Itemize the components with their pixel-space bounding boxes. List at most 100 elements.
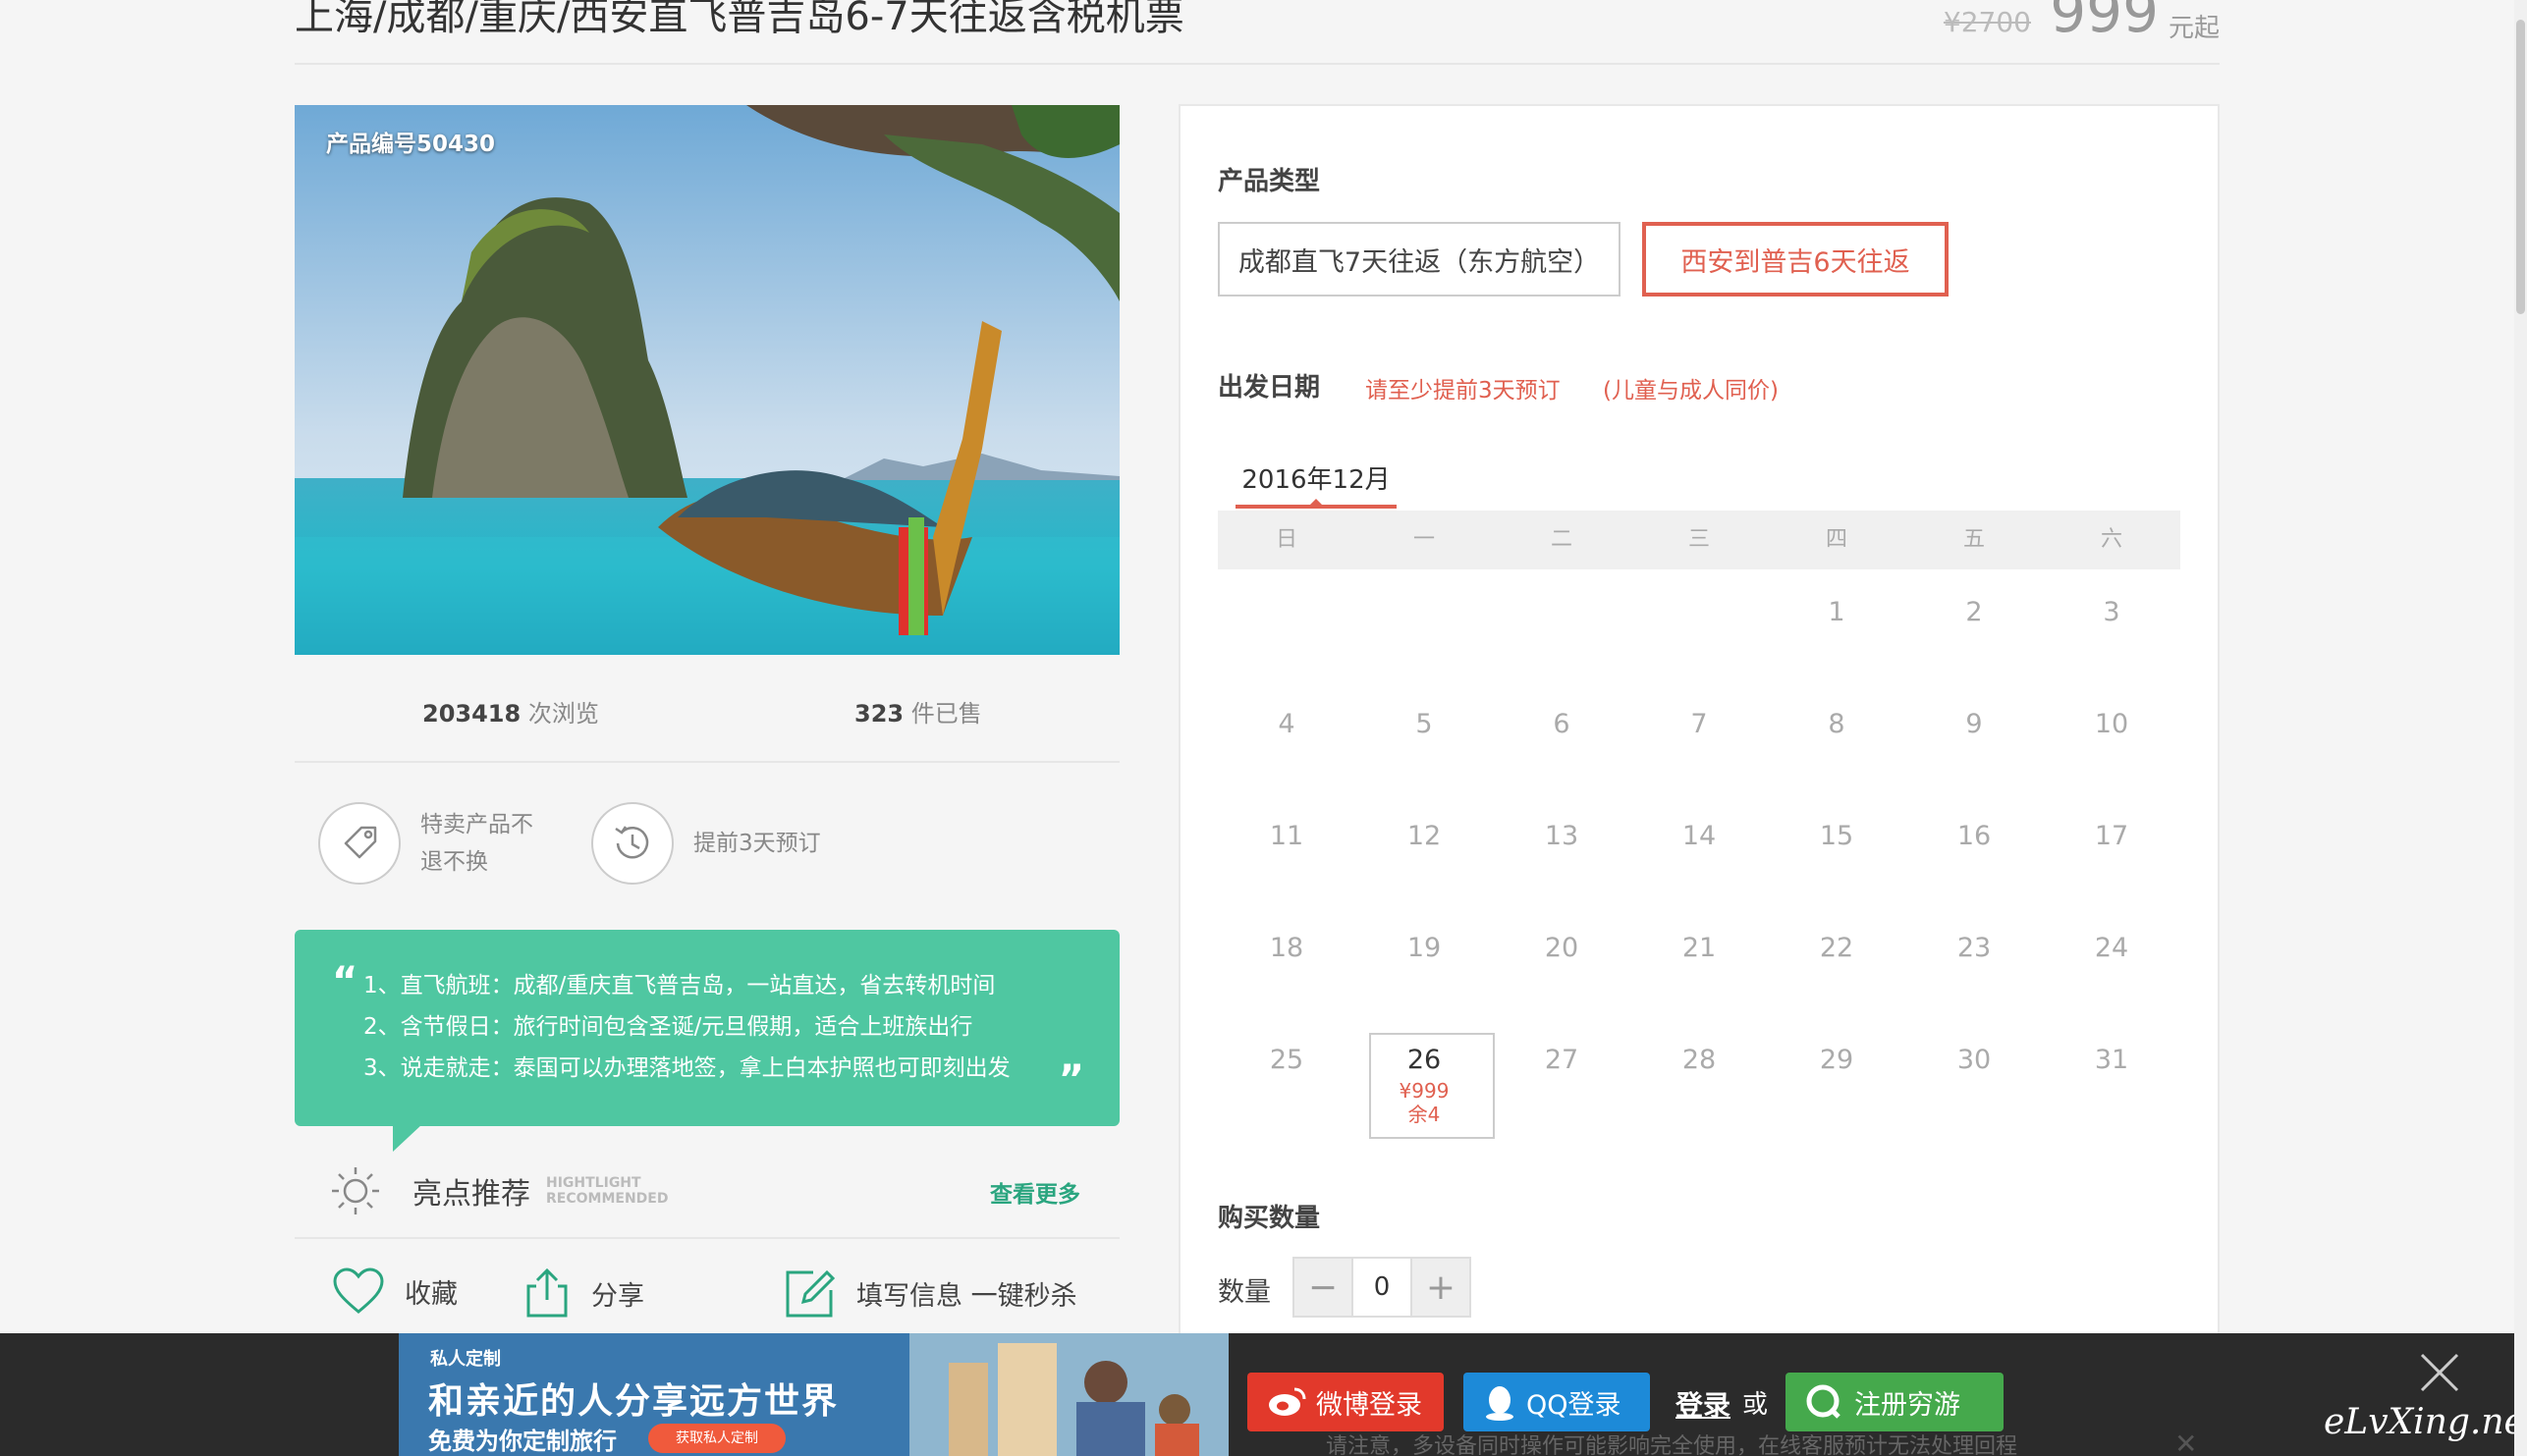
calendar-day <box>1493 585 1630 697</box>
calendar-day: 29 <box>1768 1033 1905 1145</box>
day-number: 12 <box>1406 821 1442 851</box>
calendar-day: 16 <box>1905 809 2043 921</box>
calendar-week: 25 26 ¥999 余4 27 28 29 30 31 <box>1218 1033 2180 1145</box>
highlight-line: 3、说走就走：泰国可以办理落地签，拿上白本护照也可即刻出发 <box>363 1055 1011 1081</box>
calendar-week: 1 2 3 <box>1218 585 2180 697</box>
calendar-day <box>1218 585 1355 697</box>
day-price: ¥999 <box>1399 1079 1450 1103</box>
day-number: 21 <box>1681 933 1717 963</box>
product-info: 产品编号50430 203418 次浏览 323 件已售 特卖产品不退不换 提前… <box>295 105 1120 1337</box>
title-row: 上海/成都/重庆/西安直飞普吉岛6-7天往返含税机票 ¥2700 999 元起 <box>295 0 2220 65</box>
login-link[interactable]: 登录 <box>1676 1384 1730 1424</box>
quantity-input[interactable]: 0 <box>1351 1259 1412 1316</box>
share-icon <box>526 1267 568 1318</box>
register-label: 注册穷游 <box>1854 1389 1960 1421</box>
highlight-line: 1、直飞航班：成都/重庆直飞普吉岛，一站直达，省去转机时间 <box>363 973 996 998</box>
favorite-button[interactable]: 收藏 <box>332 1267 458 1316</box>
calendar-day: 5 <box>1355 697 1493 809</box>
highlight-subtitle: HIGHTLIGHT RECOMMENDED <box>546 1175 668 1207</box>
calendar-day <box>1630 585 1768 697</box>
promo-subtitle: 免费为你定制旅行 <box>428 1428 617 1455</box>
quantity-increase-button[interactable]: + <box>1412 1259 1469 1316</box>
child-price-note: (儿童与成人同价) <box>1603 378 1779 404</box>
sun-icon <box>330 1165 381 1220</box>
type-option-xian[interactable]: 西安到普吉6天往返 <box>1642 222 1949 297</box>
day-number: 31 <box>2094 1045 2129 1075</box>
calendar-day: 18 <box>1218 921 1355 1033</box>
day-stock: 余4 <box>1407 1103 1441 1126</box>
policies: 特卖产品不退不换 提前3天预订 <box>295 763 1120 930</box>
highlight-footer: 亮点推荐 HIGHTLIGHT RECOMMENDED 查看更多 <box>295 1126 1120 1239</box>
view-more-link[interactable]: 查看更多 <box>990 1175 1080 1209</box>
day-number: 28 <box>1681 1045 1717 1075</box>
day-number: 6 <box>1553 709 1570 739</box>
calendar-day: 3 <box>2043 585 2180 697</box>
promo-banner[interactable]: 私人定制 和亲近的人分享远方世界 免费为你定制旅行 获取私人定制 <box>399 1333 1229 1456</box>
policy-no-refund: 特卖产品不退不换 <box>318 802 548 885</box>
weekday-label: 三 <box>1687 527 1710 552</box>
promo-button[interactable]: 获取私人定制 <box>648 1424 786 1453</box>
weibo-login-label: 微博登录 <box>1316 1389 1422 1421</box>
bottom-login-bar: 私人定制 和亲近的人分享远方世界 免费为你定制旅行 获取私人定制 微博登录 QQ… <box>0 1333 2527 1456</box>
weibo-login-button[interactable]: 微博登录 <box>1247 1373 1444 1431</box>
bar-notice: 请注意，多设备同时操作可能影响完全使用，在线客服预计无法处理回程 <box>1326 1434 2018 1456</box>
views-stat: 203418 次浏览 <box>422 694 599 728</box>
calendar-day: 19 <box>1355 921 1493 1033</box>
weekday-header: 日一二三四五六 <box>1218 511 2180 569</box>
calendar-week: 18 19 20 21 22 23 24 <box>1218 921 2180 1033</box>
beach-boat-illustration <box>295 105 1120 655</box>
calendar-day: 20 <box>1493 921 1630 1033</box>
calendar-day: 17 <box>2043 809 2180 921</box>
views-label: 次浏览 <box>521 700 599 728</box>
page: 上海/成都/重庆/西安直飞普吉岛6-7天往返含税机票 ¥2700 999 元起 <box>0 0 2527 1456</box>
calendar-day: 6 <box>1493 697 1630 809</box>
price-unit: 元起 <box>2168 14 2220 43</box>
promo-title: 和亲近的人分享远方世界 <box>428 1381 840 1422</box>
close-bar-button[interactable] <box>2418 1351 2461 1398</box>
share-button[interactable]: 分享 <box>522 1267 644 1320</box>
day-number: 14 <box>1681 821 1717 851</box>
calendar-day: 14 <box>1630 809 1768 921</box>
promo-tag: 私人定制 <box>430 1349 501 1370</box>
quote-open-icon: “ <box>332 959 358 1004</box>
policy-text: 特卖产品不退不换 <box>420 812 533 875</box>
calendar-day: 4 <box>1218 697 1355 809</box>
fill-info-button[interactable]: 填写信息 一键秒杀 <box>784 1267 1077 1320</box>
calendar-day: 23 <box>1905 921 2043 1033</box>
qq-penguin-icon <box>1486 1386 1513 1421</box>
calendar-day-available[interactable]: 26 ¥999 余4 <box>1355 1033 1495 1145</box>
quantity-decrease-button[interactable]: − <box>1294 1259 1351 1316</box>
day-number: 17 <box>2094 821 2129 851</box>
scrollbar-thumb[interactable] <box>2516 20 2525 314</box>
day-number: 11 <box>1269 821 1304 851</box>
day-number: 9 <box>1965 709 1983 739</box>
or-text: 或 <box>1742 1390 1769 1420</box>
day-number: 3 <box>2103 597 2120 627</box>
calendar-day: 13 <box>1493 809 1630 921</box>
type-option-chengdu[interactable]: 成都直飞7天往返（东方航空） <box>1218 222 1621 297</box>
watermark: eLvXing.net <box>2324 1402 2527 1442</box>
current-price: 999 <box>2050 0 2159 45</box>
day-number: 20 <box>1544 933 1579 963</box>
scrollbar[interactable] <box>2514 0 2527 1456</box>
calendar-week: 11 12 13 14 15 16 17 <box>1218 809 2180 921</box>
day-number: 22 <box>1819 933 1854 963</box>
close-icon[interactable]: ✕ <box>2174 1428 2197 1456</box>
day-number: 24 <box>2094 933 2129 963</box>
calendar-day <box>1355 585 1493 697</box>
calendar-day: 21 <box>1630 921 1768 1033</box>
policy-text: 提前3天预订 <box>693 831 821 856</box>
quote-close-icon: ” <box>1058 1057 1084 1103</box>
qyer-logo-icon <box>1806 1384 1840 1419</box>
calendar-day: 1 <box>1768 585 1905 697</box>
day-number: 19 <box>1406 933 1442 963</box>
month-tab[interactable]: 2016年12月 <box>1236 459 1397 509</box>
highlights-box: “ 1、直飞航班：成都/重庆直飞普吉岛，一站直达，省去转机时间 2、含节假日：旅… <box>295 930 1120 1152</box>
product-code: 产品编号50430 <box>326 132 496 157</box>
weekday-label: 日 <box>1275 527 1297 552</box>
qq-login-button[interactable]: QQ登录 <box>1463 1373 1650 1431</box>
calendar-grid: 1 2 3 4 5 6 7 8 9 10 11 12 13 14 15 16 17 18 19 20 21 22 23 24 2… <box>1218 585 2180 1145</box>
register-button[interactable]: 注册穷游 <box>1785 1373 2004 1431</box>
day-number: 13 <box>1544 821 1579 851</box>
weekday-label: 四 <box>1825 527 1847 552</box>
